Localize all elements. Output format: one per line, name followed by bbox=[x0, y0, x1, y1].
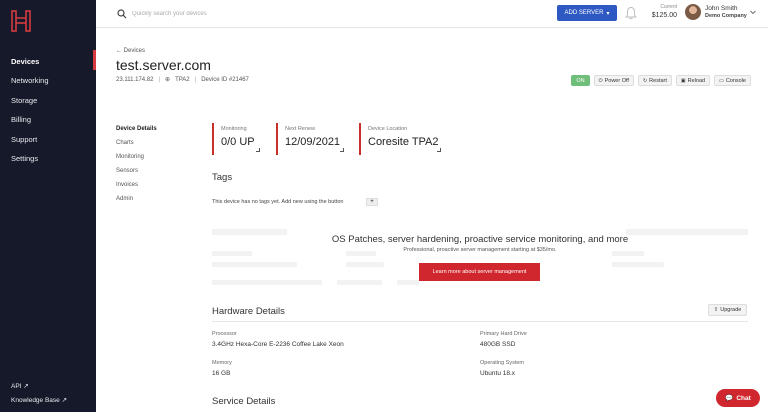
breadcrumb[interactable]: ← Devices bbox=[116, 48, 145, 54]
sidebar-item-billing[interactable]: Billing bbox=[11, 115, 31, 124]
tags-empty-text: This device has no tags yet. Add new usi… bbox=[212, 199, 344, 205]
power-on-toggle[interactable]: ON bbox=[571, 75, 590, 86]
page-title: test.server.com bbox=[116, 57, 211, 73]
knowledge-base-link[interactable]: Knowledge Base ↗ bbox=[11, 396, 67, 404]
placeholder-bar bbox=[212, 280, 322, 285]
chevron-down-icon[interactable] bbox=[750, 10, 756, 15]
restart-label: Restart bbox=[649, 77, 667, 84]
balance-label: Current bbox=[660, 4, 677, 10]
separator: | bbox=[158, 76, 161, 83]
account-balance[interactable]: Current $125.00 bbox=[641, 4, 677, 19]
service-heading: Service Details bbox=[212, 396, 276, 407]
user-name[interactable]: John Smith bbox=[705, 5, 738, 12]
memory-label: Memory bbox=[212, 360, 232, 366]
stat-value: Coresite TPA2 bbox=[368, 136, 439, 148]
server-management-button[interactable]: Learn more about server management bbox=[419, 263, 540, 281]
sidebar-item-devices[interactable]: Devices bbox=[11, 57, 39, 66]
placeholder-bar bbox=[397, 280, 419, 285]
chat-label: Chat bbox=[736, 394, 751, 402]
corner-indicator-icon bbox=[340, 148, 344, 152]
power-actions: ON ⏻ Power Off ↻ Restart ▣ Reload ▭ Console bbox=[571, 75, 751, 86]
tab-sensors[interactable]: Sensors bbox=[116, 168, 138, 174]
stat-label: Device Location bbox=[368, 126, 408, 132]
search-input[interactable] bbox=[132, 7, 432, 21]
breadcrumb-devices: Devices bbox=[123, 48, 146, 54]
stat-next-renew[interactable]: Next Renew 12/09/2021 bbox=[276, 123, 344, 155]
hardware-heading: Hardware Details bbox=[212, 306, 285, 317]
upgrade-icon: ⇧ bbox=[713, 307, 719, 313]
chat-button[interactable]: 💬 Chat bbox=[716, 389, 760, 407]
globe-icon: ⊕ bbox=[165, 77, 171, 83]
console-button[interactable]: ▭ Console bbox=[714, 75, 751, 86]
tab-monitoring[interactable]: Monitoring bbox=[116, 154, 144, 160]
stat-monitoring[interactable]: Monitoring 0/0 UP bbox=[212, 123, 260, 155]
os-label: Operating System bbox=[480, 360, 525, 366]
add-tag-button[interactable]: + bbox=[366, 198, 378, 206]
placeholder-bar bbox=[612, 262, 664, 267]
os-value: Ubuntu 18.x bbox=[480, 370, 516, 377]
stat-value: 12/09/2021 bbox=[285, 136, 341, 148]
drive-value: 480GB SSD bbox=[480, 341, 516, 348]
restart-button[interactable]: ↻ Restart bbox=[637, 75, 672, 86]
stat-label: Monitoring bbox=[221, 126, 247, 132]
sidebar-item-settings[interactable]: Settings bbox=[11, 154, 38, 163]
tags-heading: Tags bbox=[212, 172, 233, 183]
stat-value: 0/0 UP bbox=[221, 136, 255, 148]
processor-label: Processor bbox=[212, 331, 237, 337]
promo-title: OS Patches, server hardening, proactive … bbox=[331, 234, 629, 245]
placeholder-bar bbox=[346, 262, 384, 267]
balance-value: $125.00 bbox=[651, 12, 677, 19]
api-link[interactable]: API ↗ bbox=[11, 382, 29, 390]
reload-label: Reload bbox=[687, 77, 706, 84]
device-id: Device ID #21467 bbox=[201, 76, 249, 83]
processor-value: 3.4GHz Hexa-Core E-2236 Coffee Lake Xeon bbox=[212, 341, 344, 348]
user-company: Demo Company bbox=[705, 13, 747, 19]
back-arrow-icon: ← bbox=[116, 48, 122, 54]
add-server-button[interactable]: ADD SERVER ▾ bbox=[557, 5, 617, 21]
chat-bubble-icon: 💬 bbox=[725, 395, 734, 402]
topbar: ADD SERVER ▾ Current $125.00 John Smith … bbox=[96, 0, 768, 28]
upgrade-label: Upgrade bbox=[720, 307, 742, 313]
sidebar-item-support[interactable]: Support bbox=[11, 135, 37, 144]
tab-admin[interactable]: Admin bbox=[116, 196, 133, 202]
power-off-button[interactable]: ⏻ Power Off bbox=[593, 75, 634, 86]
tab-charts[interactable]: Charts bbox=[116, 140, 134, 146]
device-meta: 23.111.174.82 | ⊕ TPA2 | Device ID #2146… bbox=[116, 76, 249, 84]
tab-invoices[interactable]: Invoices bbox=[116, 182, 138, 188]
console-icon: ▭ bbox=[719, 77, 724, 84]
promo-subtitle: Professional, proactive server managemen… bbox=[403, 247, 557, 253]
tab-device-details[interactable]: Device Details bbox=[116, 126, 157, 132]
active-nav-indicator bbox=[93, 50, 96, 70]
sidebar: Devices Networking Storage Billing Suppo… bbox=[0, 0, 96, 412]
chevron-down-icon: ▾ bbox=[606, 10, 610, 17]
placeholder-bar bbox=[337, 280, 382, 285]
placeholder-bar bbox=[212, 262, 297, 267]
stat-label: Next Renew bbox=[285, 126, 315, 132]
reload-button[interactable]: ▣ Reload bbox=[675, 75, 711, 86]
divider bbox=[212, 321, 748, 322]
separator: | bbox=[194, 76, 197, 83]
stat-device-location[interactable]: Device Location Coresite TPA2 bbox=[359, 123, 441, 155]
logo-icon[interactable] bbox=[11, 10, 31, 32]
sidebar-item-storage[interactable]: Storage bbox=[11, 96, 37, 105]
corner-indicator-icon bbox=[437, 148, 441, 152]
drive-label: Primary Hard Drive bbox=[480, 331, 527, 337]
avatar[interactable] bbox=[685, 4, 701, 20]
power-icon: ⏻ bbox=[598, 77, 603, 84]
power-off-label: Power Off bbox=[604, 77, 629, 84]
location-code: TPA2 bbox=[175, 76, 190, 83]
ip-address: 23.111.174.82 bbox=[116, 76, 154, 83]
corner-indicator-icon bbox=[256, 148, 260, 152]
console-label: Console bbox=[725, 77, 746, 84]
upgrade-button[interactable]: ⇧ Upgrade bbox=[708, 304, 747, 316]
sidebar-item-networking[interactable]: Networking bbox=[11, 76, 49, 85]
memory-value: 16 GB bbox=[212, 370, 231, 377]
bell-icon[interactable] bbox=[625, 6, 637, 20]
reload-icon: ▣ bbox=[680, 77, 686, 84]
search-icon bbox=[117, 9, 127, 19]
add-server-label: ADD SERVER bbox=[564, 10, 604, 16]
restart-icon: ↻ bbox=[642, 77, 648, 84]
